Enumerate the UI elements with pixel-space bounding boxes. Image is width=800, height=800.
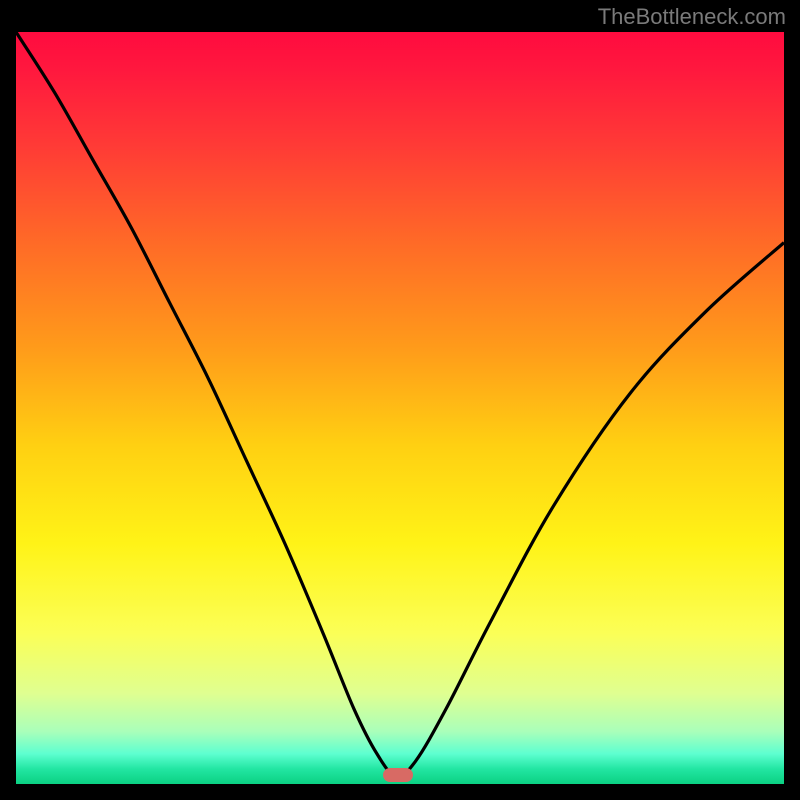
- bottleneck-curve: [16, 32, 784, 784]
- optimal-marker: [383, 768, 413, 782]
- bottleneck-curve-path: [16, 32, 784, 777]
- chart-plot-area: [16, 32, 784, 784]
- watermark-text: TheBottleneck.com: [598, 4, 786, 30]
